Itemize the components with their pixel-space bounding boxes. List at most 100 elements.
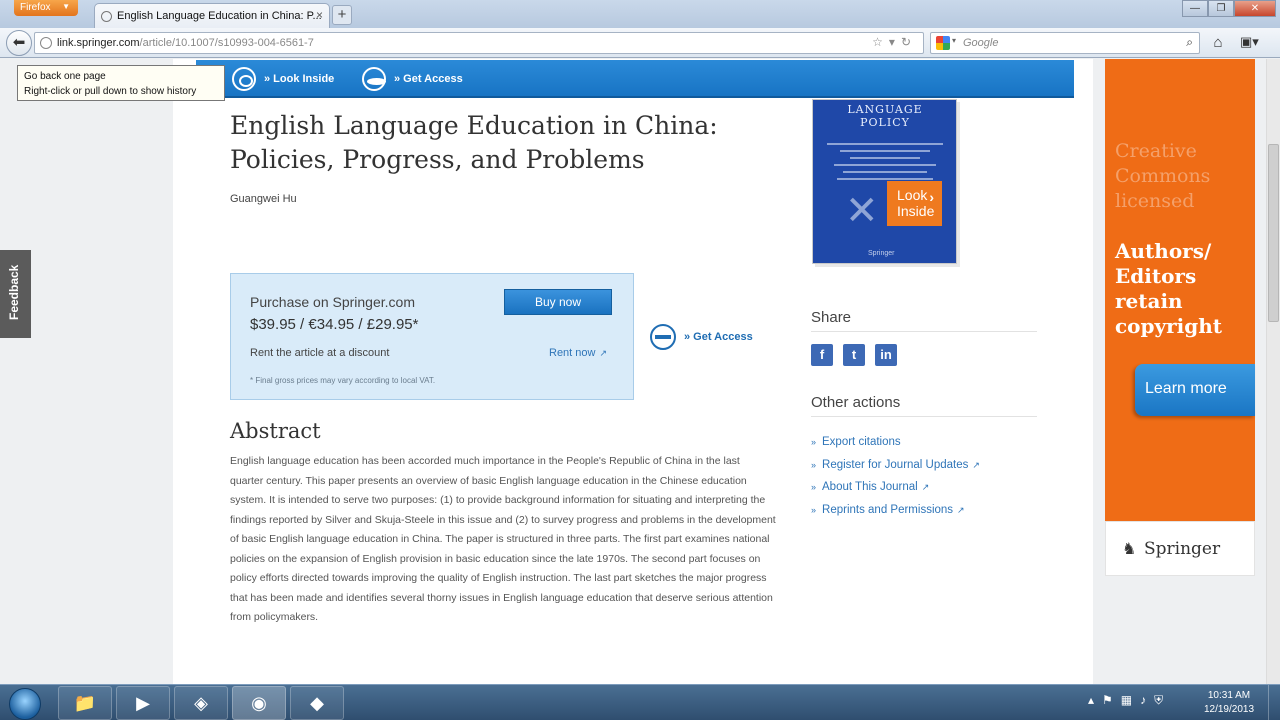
browser-tab[interactable]: English Language Education in China: P..…	[94, 3, 330, 28]
reprints-permissions-link[interactable]: » Reprints and Permissions ↗	[811, 499, 980, 522]
taskbar-explorer[interactable]: 📁	[58, 686, 112, 720]
share-heading: Share	[811, 309, 1037, 332]
feedback-label: Feedback	[7, 264, 21, 320]
taskbar-clock[interactable]: 10:31 AM 12/19/2013	[1196, 689, 1262, 717]
key-icon	[362, 67, 386, 91]
google-icon	[936, 36, 950, 50]
folder-icon: 📁	[73, 693, 97, 713]
search-bar[interactable]: ▾ Google ⌕	[930, 32, 1200, 54]
network-icon[interactable]: ▦	[1121, 693, 1140, 707]
chevron-down-icon: ▼	[62, 2, 70, 11]
register-journal-updates-link[interactable]: » Register for Journal Updates ↗	[811, 454, 980, 477]
other-actions-list: » Export citations » Register for Journal …	[811, 431, 980, 521]
navigation-toolbar: ⬅ link.springer.com/article/10.1007/s109…	[0, 28, 1280, 58]
page-favicon-icon	[101, 11, 112, 22]
rent-now-link[interactable]: Rent now ↗	[549, 347, 607, 359]
back-button[interactable]: ⬅	[6, 30, 32, 56]
media-player-icon: ▶	[136, 693, 150, 713]
show-hidden-icons-icon[interactable]: ▴	[1088, 693, 1102, 707]
web-page: » Look Inside » Get Access Go back one p…	[0, 59, 1280, 684]
look-inside-cover-button[interactable]: Look Inside ›	[887, 181, 942, 226]
firefox-menu-label: Firefox	[20, 2, 51, 13]
author-name[interactable]: Guangwei Hu	[230, 193, 297, 205]
tooltip-line-1: Go back one page	[24, 71, 106, 82]
bookmark-star-icon[interactable]: ☆	[872, 35, 889, 49]
bullet-icon: »	[811, 437, 817, 447]
get-access-secondary-link[interactable]: » Get Access	[650, 324, 753, 350]
look-inside-line-2: Inside	[897, 203, 935, 219]
minimize-button[interactable]: —	[1182, 0, 1208, 17]
show-desktop-button[interactable]	[1268, 685, 1280, 720]
ad-headline-line-2: Editors retain	[1115, 264, 1197, 313]
firefox-icon: ◉	[251, 693, 267, 713]
feedback-tab[interactable]: Feedback	[0, 250, 31, 338]
url-path: /article/10.1007/s10993-004-6561-7	[139, 37, 314, 49]
taskbar-firefox[interactable]: ◉	[232, 686, 286, 720]
search-engine-dropdown-icon[interactable]: ▾	[952, 36, 956, 45]
dropdown-icon[interactable]: ▾	[889, 35, 901, 49]
home-button[interactable]: ⌂	[1208, 34, 1228, 52]
cover-publisher: Springer	[868, 250, 895, 257]
cover-text-lines	[821, 138, 949, 185]
rent-text: Rent the article at a discount	[250, 347, 390, 359]
learn-more-button[interactable]: Learn more	[1135, 364, 1255, 416]
scrollbar-thumb[interactable]	[1268, 144, 1279, 322]
flag-icon[interactable]: ⚑	[1102, 693, 1121, 707]
export-citations-label: Export citations	[822, 436, 901, 448]
external-link-icon: ↗	[921, 482, 930, 492]
volume-icon[interactable]: ♪	[1140, 693, 1154, 707]
springer-action-bar: » Look Inside » Get Access	[196, 60, 1074, 98]
ad-headline-line-1: Authors/	[1115, 239, 1212, 263]
springer-horse-icon: ♞	[1122, 539, 1137, 558]
maximize-button[interactable]: ❐	[1208, 0, 1234, 17]
taskbar-media-player[interactable]: ▶	[116, 686, 170, 720]
cover-title: LANGUAGE POLICY	[821, 103, 949, 129]
reload-icon[interactable]: ↻	[901, 35, 917, 49]
look-inside-label: » Look Inside	[264, 73, 335, 85]
ad-cc-line-1: Creative	[1115, 140, 1197, 162]
springer-logo: ♞ Springer	[1122, 539, 1221, 559]
app-icon: ◈	[194, 693, 208, 713]
close-tab-icon[interactable]: ×	[316, 8, 323, 22]
export-citations-link[interactable]: » Export citations	[811, 431, 980, 454]
article-title: English Language Education in China: Pol…	[230, 109, 790, 177]
taskbar-app-2[interactable]: ◆	[290, 686, 344, 720]
get-access-link[interactable]: » Get Access	[362, 67, 463, 91]
globe-icon	[40, 37, 52, 49]
buy-now-button[interactable]: Buy now	[504, 289, 612, 315]
chevron-right-icon: ›	[929, 189, 934, 205]
vat-note: * Final gross prices may vary according …	[250, 376, 436, 385]
get-access-label: » Get Access	[394, 73, 463, 85]
new-tab-button[interactable]: +	[332, 5, 352, 25]
abstract-text: English language education has been acco…	[230, 455, 776, 623]
url-bar[interactable]: link.springer.com/article/10.1007/s10993…	[34, 32, 924, 54]
taskbar-app-1[interactable]: ◈	[174, 686, 228, 720]
back-button-tooltip: Go back one page Right-click or pull dow…	[17, 65, 225, 101]
close-window-button[interactable]: ✕	[1234, 0, 1276, 17]
recorder-icon: ◆	[310, 693, 324, 713]
other-actions-heading: Other actions	[811, 394, 1037, 417]
bookmarks-menu-button[interactable]: ▣▾	[1240, 34, 1270, 52]
register-journal-updates-label: Register for Journal Updates	[822, 458, 969, 471]
bullet-icon: »	[811, 504, 817, 515]
external-link-icon: ↗	[599, 348, 608, 358]
facebook-icon[interactable]: f	[811, 344, 833, 366]
purchase-heading: Purchase on Springer.com	[250, 294, 415, 310]
shield-icon[interactable]: ⛨	[1154, 693, 1171, 707]
vertical-scrollbar[interactable]	[1266, 59, 1280, 684]
ad-cc-text: Creative Commons licensed	[1115, 139, 1210, 214]
firefox-menu-button[interactable]: Firefox ▼	[14, 0, 78, 16]
about-journal-link[interactable]: » About This Journal ↗	[811, 476, 980, 499]
windows-taskbar: 📁 ▶ ◈ ◉ ◆ ▴⚑▦♪⛨ 10:31 AM 12/19/2013	[0, 684, 1280, 720]
creative-commons-ad[interactable]: Creative Commons licensed Authors/ Edito…	[1105, 59, 1255, 576]
springer-logo-text: Springer	[1144, 539, 1221, 559]
linkedin-icon[interactable]: in	[875, 344, 897, 366]
start-button[interactable]	[4, 686, 48, 720]
about-journal-label: About This Journal	[822, 481, 918, 493]
twitter-icon[interactable]: t	[843, 344, 865, 366]
ad-headline-line-3: copyright	[1115, 314, 1223, 338]
url-domain: link.springer.com	[57, 37, 140, 49]
bullet-icon: »	[811, 482, 817, 492]
search-icon[interactable]: ⌕	[1186, 35, 1193, 50]
look-inside-link[interactable]: » Look Inside	[232, 67, 334, 91]
